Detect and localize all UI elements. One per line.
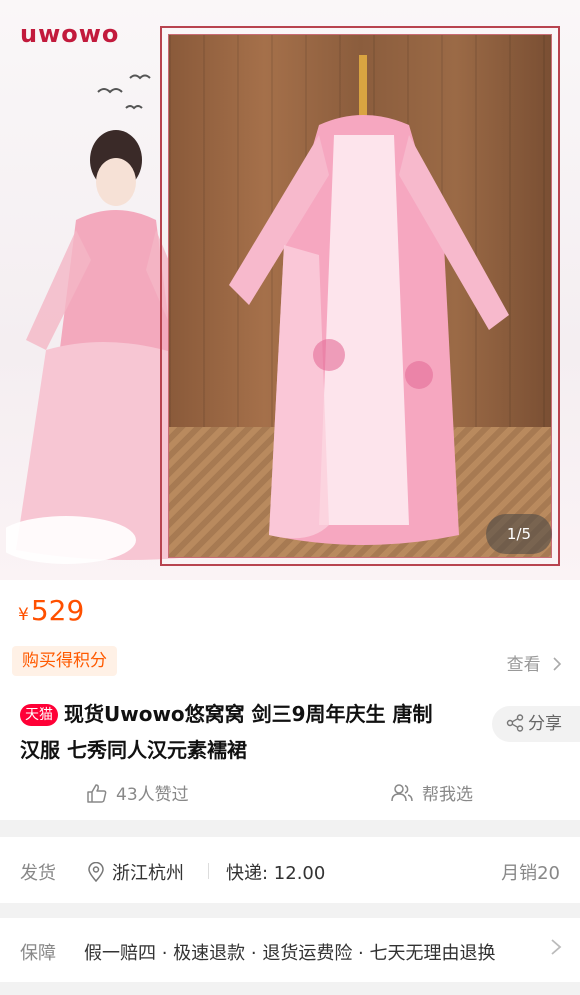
thumbs-up-icon <box>87 784 107 803</box>
product-title: 天猫 现货Uwowo悠窝窝 剑三9周年庆生 唐制 汉服 七秀同人汉元素襦裙 <box>20 696 490 768</box>
help-label: 帮我选 <box>422 785 473 805</box>
chevron-right-icon <box>553 657 562 671</box>
title-line-1: 现货Uwowo悠窝窝 剑三9周年庆生 唐制 <box>64 702 433 726</box>
help-me-choose-button[interactable]: 帮我选 <box>390 780 473 805</box>
brand-logo: uwowo <box>20 20 120 48</box>
points-badge[interactable]: 购买得积分 <box>12 646 117 676</box>
image-counter: 1/5 <box>486 514 552 554</box>
garment-shape <box>229 55 509 545</box>
share-icon <box>506 714 524 732</box>
title-line-2: 汉服 七秀同人汉元素襦裙 <box>20 738 247 762</box>
product-info-card: 购买得积分 查看 天猫 现货Uwowo悠窝窝 剑三9周年庆生 唐制 汉服 七秀同人… <box>0 630 580 820</box>
price-bar: ¥529 <box>0 580 580 630</box>
divider <box>208 863 209 879</box>
view-points-link[interactable]: 查看 <box>507 650 562 675</box>
delivery-row[interactable]: 发货 浙江杭州 快递: 12.00 月销20 <box>0 837 580 903</box>
currency-symbol: ¥ <box>18 605 29 625</box>
view-label: 查看 <box>506 655 541 675</box>
likes-button[interactable]: 43人赞过 <box>86 780 189 805</box>
location-pin-icon <box>88 862 104 882</box>
product-photo <box>168 34 552 558</box>
people-icon <box>391 784 413 802</box>
guarantee-text: 假一赔四 · 极速退款 · 退货运费险 · 七天无理由退换 <box>84 943 496 964</box>
location-text: 浙江杭州 <box>112 863 184 884</box>
likes-label: 43人赞过 <box>116 785 189 805</box>
product-image-gallery[interactable]: uwowo 1/5 <box>0 0 580 580</box>
ship-from-location: 浙江杭州 <box>88 859 184 885</box>
share-label: 分享 <box>528 714 562 734</box>
shipping-fee: 快递: 12.00 <box>226 863 326 884</box>
tmall-badge: 天猫 <box>20 704 58 726</box>
price: ¥529 <box>18 594 84 627</box>
share-button[interactable]: 分享 <box>492 706 580 742</box>
monthly-sales: 月销20 <box>501 863 560 884</box>
photo-frame <box>160 26 560 566</box>
guarantee-row[interactable]: 保障 假一赔四 · 极速退款 · 退货运费险 · 七天无理由退换 <box>0 918 580 982</box>
birds-decoration <box>97 74 151 110</box>
guarantee-label: 保障 <box>20 943 56 964</box>
delivery-label: 发货 <box>20 863 56 884</box>
price-amount: 529 <box>30 594 85 627</box>
chevron-right-icon <box>551 939 562 955</box>
